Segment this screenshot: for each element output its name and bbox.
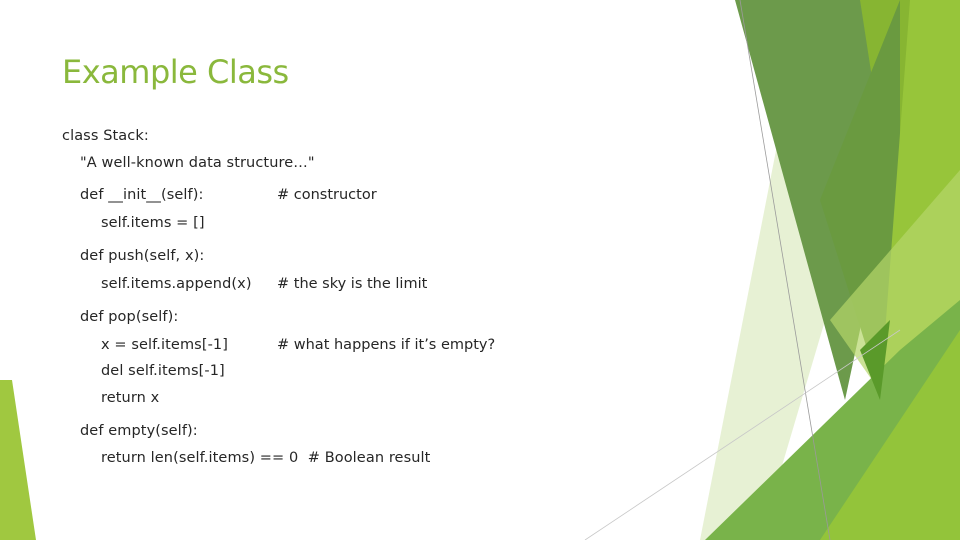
code-line-push: def push(self, x): <box>80 248 205 264</box>
code-line-append: self.items.append(x) <box>101 276 252 292</box>
code-comment-append: # the sky is the limit <box>277 276 428 292</box>
code-line-items: self.items = [] <box>101 215 205 231</box>
code-line-return-x: return x <box>101 390 160 406</box>
code-line-x-assign: x = self.items[-1] <box>101 337 228 353</box>
left-green-triangle <box>0 380 36 540</box>
slide-title: Example Class <box>62 53 289 91</box>
code-line-docstring: "A well-known data structure…" <box>80 155 315 171</box>
code-comment-pop: # what happens if it’s empty? <box>277 337 496 353</box>
code-comment-init: # constructor <box>277 187 377 203</box>
code-line-empty: def empty(self): <box>80 423 198 439</box>
code-line-return-len: return len(self.items) == 0 # Boolean re… <box>101 450 431 466</box>
code-line-class: class Stack: <box>62 128 149 144</box>
code-line-pop: def pop(self): <box>80 309 179 325</box>
slide: Example Class class Stack: "A well-known… <box>0 0 960 540</box>
code-line-del: del self.items[-1] <box>101 363 225 379</box>
code-line-init: def __init__(self): <box>80 187 204 203</box>
